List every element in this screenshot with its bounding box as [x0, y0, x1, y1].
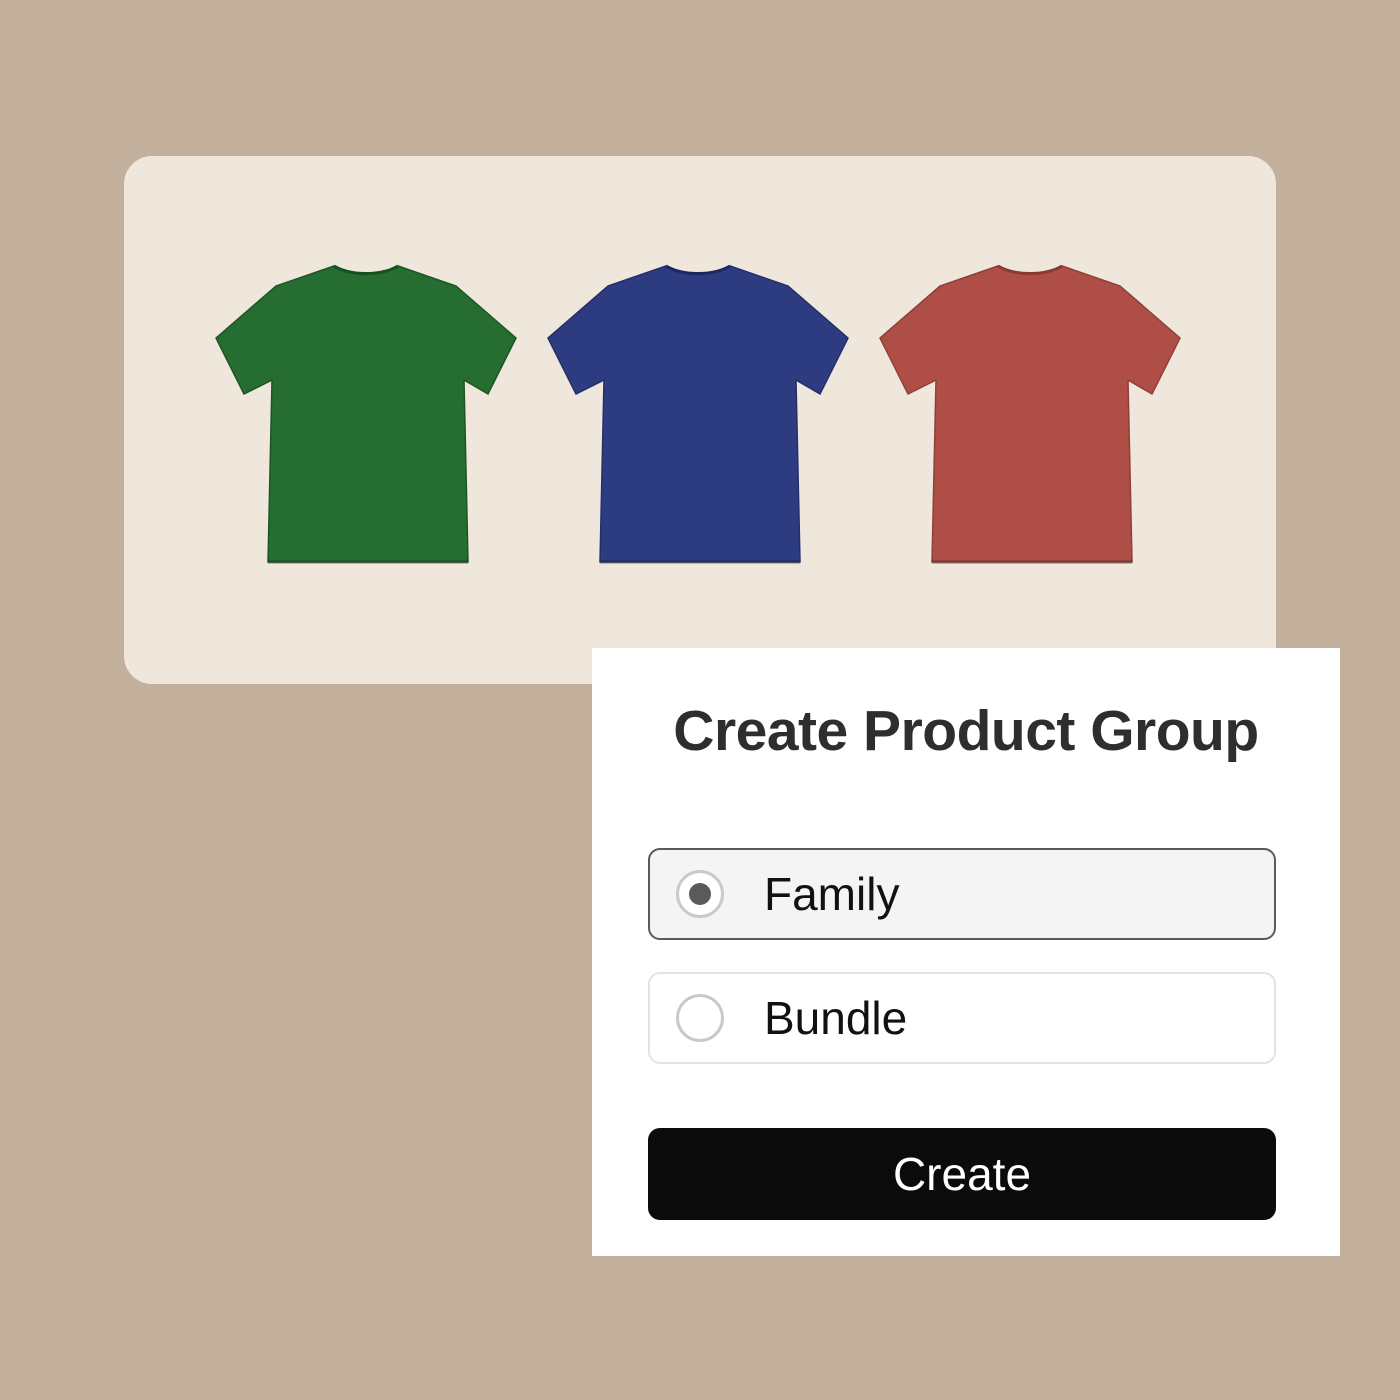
blue-tshirt-image: [547, 262, 849, 572]
green-tshirt-image: [215, 262, 517, 572]
stage: Create Product Group Family Bundle Creat…: [0, 0, 1400, 1400]
option-bundle[interactable]: Bundle: [648, 972, 1276, 1064]
option-family-label: Family: [764, 868, 900, 920]
option-bundle-label: Bundle: [764, 992, 908, 1044]
create-button[interactable]: Create: [648, 1128, 1276, 1220]
radio-selected-icon[interactable]: [676, 870, 724, 918]
radio-unselected-icon[interactable]: [676, 994, 724, 1042]
dialog-title: Create Product Group: [673, 699, 1259, 763]
option-family[interactable]: Family: [648, 848, 1276, 940]
red-tshirt-image: [879, 262, 1181, 572]
radio-dot-icon: [689, 883, 711, 905]
